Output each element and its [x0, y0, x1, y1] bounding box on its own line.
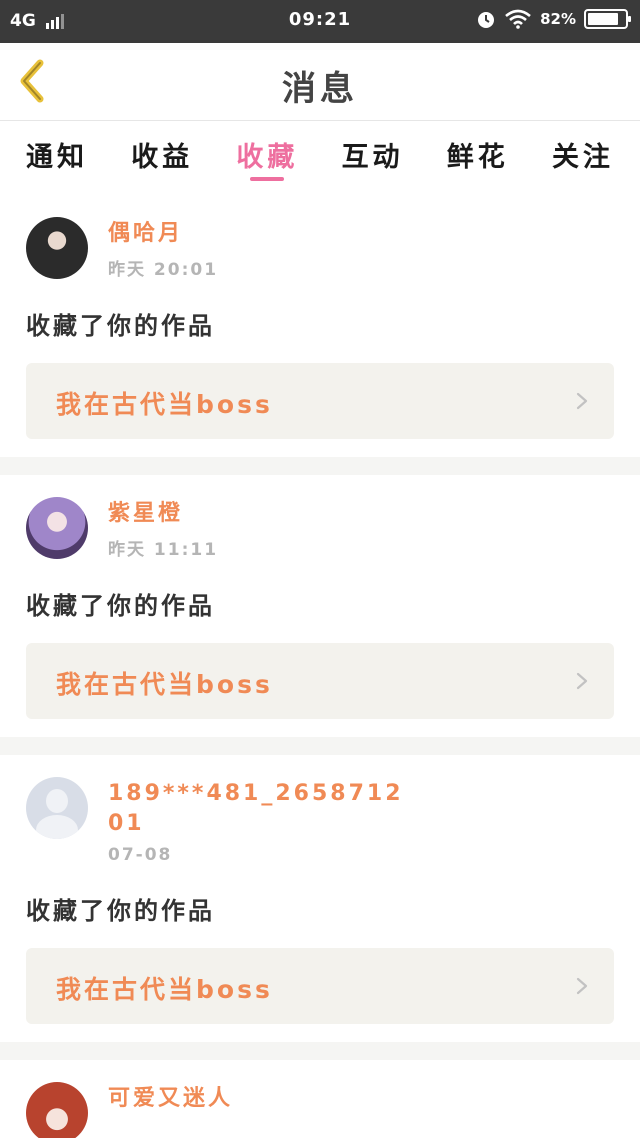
wifi-icon — [505, 9, 531, 29]
avatar[interactable] — [26, 217, 88, 279]
user-name[interactable]: 偶哈月 — [108, 219, 218, 249]
avatar[interactable] — [26, 777, 88, 839]
tab-earnings[interactable]: 收益 — [131, 121, 193, 195]
work-link[interactable]: 我在古代当boss — [26, 363, 614, 439]
message-card: 可爱又迷人 — [0, 1060, 640, 1138]
page-title: 消息 — [282, 69, 358, 109]
message-time: 07-08 — [108, 845, 173, 865]
tab-notifications[interactable]: 通知 — [26, 121, 88, 195]
tab-flowers[interactable]: 鲜花 — [447, 121, 509, 195]
nav-bar: 消息 — [0, 43, 640, 121]
message-text: 收藏了你的作品 — [26, 897, 215, 925]
work-link[interactable]: 我在古代当boss — [26, 643, 614, 719]
work-title: 我在古代当boss — [56, 390, 273, 419]
message-text: 收藏了你的作品 — [26, 592, 215, 620]
message-text: 收藏了你的作品 — [26, 312, 215, 340]
work-link[interactable]: 我在古代当boss — [26, 948, 614, 1024]
tab-follows[interactable]: 关注 — [552, 121, 614, 195]
user-name[interactable]: 紫星橙 — [108, 499, 218, 529]
tab-interactions[interactable]: 互动 — [342, 121, 404, 195]
chevron-right-icon — [576, 392, 588, 410]
message-list: 偶哈月 昨天 20:01 收藏了你的作品 我在古代当boss 紫星橙 昨天 11… — [0, 195, 640, 1138]
alarm-icon — [478, 12, 495, 28]
user-name[interactable]: 189***481_265871201 — [108, 779, 408, 839]
message-time: 昨天 11:11 — [108, 540, 219, 560]
battery-icon — [584, 9, 631, 29]
message-card: 偶哈月 昨天 20:01 收藏了你的作品 我在古代当boss — [0, 195, 640, 457]
status-icons: 82% — [476, 9, 631, 29]
message-time: 昨天 20:01 — [108, 260, 219, 280]
tab-bar: 通知 收益 收藏 互动 鲜花 关注 — [0, 121, 640, 195]
avatar[interactable] — [26, 1082, 88, 1138]
chevron-right-icon — [576, 977, 588, 995]
chevron-right-icon — [576, 672, 588, 690]
message-card: 紫星橙 昨天 11:11 收藏了你的作品 我在古代当boss — [0, 475, 640, 737]
message-card: 189***481_265871201 07-08 收藏了你的作品 我在古代当b… — [0, 755, 640, 1042]
battery-percent: 82% — [540, 10, 576, 28]
battery-fill — [588, 13, 618, 25]
avatar[interactable] — [26, 497, 88, 559]
work-title: 我在古代当boss — [56, 670, 273, 699]
work-title: 我在古代当boss — [56, 975, 273, 1004]
tab-favorites[interactable]: 收藏 — [236, 121, 298, 195]
user-name[interactable]: 可爱又迷人 — [108, 1084, 233, 1114]
status-bar: 4G 09:21 82% — [0, 0, 640, 43]
